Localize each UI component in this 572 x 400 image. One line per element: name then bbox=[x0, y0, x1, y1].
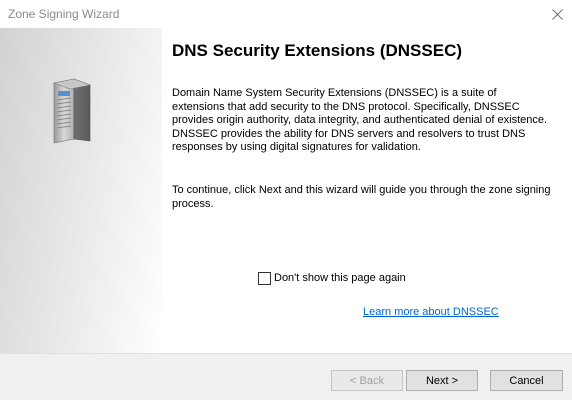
zone-signing-wizard-window: Zone Signing Wizard DNS Security Extensi… bbox=[0, 0, 572, 400]
checkbox-label[interactable]: Don't show this page again bbox=[274, 272, 406, 284]
page-title: DNS Security Extensions (DNSSEC) bbox=[172, 41, 463, 60]
close-icon bbox=[551, 8, 563, 20]
learn-more-link[interactable]: Learn more about DNSSEC bbox=[363, 306, 499, 318]
wizard-footer: < Back Next > Cancel bbox=[0, 353, 572, 400]
checkbox-box[interactable] bbox=[258, 271, 271, 285]
server-tower-icon bbox=[52, 78, 92, 144]
continue-instructions: To continue, click Next and this wizard … bbox=[172, 184, 551, 210]
next-button[interactable]: Next > bbox=[406, 370, 478, 391]
title-bar: Zone Signing Wizard bbox=[0, 0, 572, 28]
dont-show-again-checkbox[interactable]: Don't show this page again bbox=[258, 270, 406, 286]
dnssec-description: Domain Name System Security Extensions (… bbox=[172, 87, 548, 153]
close-button[interactable] bbox=[542, 0, 572, 28]
back-button[interactable]: < Back bbox=[331, 370, 403, 391]
cancel-button[interactable]: Cancel bbox=[490, 370, 563, 391]
wizard-side-panel bbox=[0, 28, 162, 353]
window-title: Zone Signing Wizard bbox=[8, 7, 120, 21]
